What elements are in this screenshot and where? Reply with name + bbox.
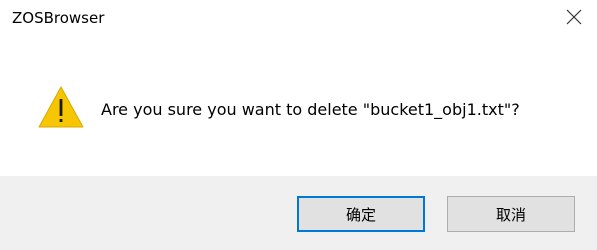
confirm-dialog: ZOSBrowser Are you sure you want to dele… [0, 0, 597, 250]
button-bar: 确定 取消 [0, 176, 597, 250]
window-title: ZOSBrowser [12, 9, 105, 27]
close-button[interactable] [551, 0, 597, 34]
warning-icon [38, 86, 84, 128]
cancel-button[interactable]: 取消 [447, 196, 575, 232]
dialog-content: Are you sure you want to delete "bucket1… [0, 40, 597, 176]
ok-button[interactable]: 确定 [297, 196, 425, 232]
close-icon [566, 9, 582, 25]
title-bar: ZOSBrowser [0, 0, 597, 40]
confirm-message: Are you sure you want to delete "bucket1… [101, 100, 520, 119]
